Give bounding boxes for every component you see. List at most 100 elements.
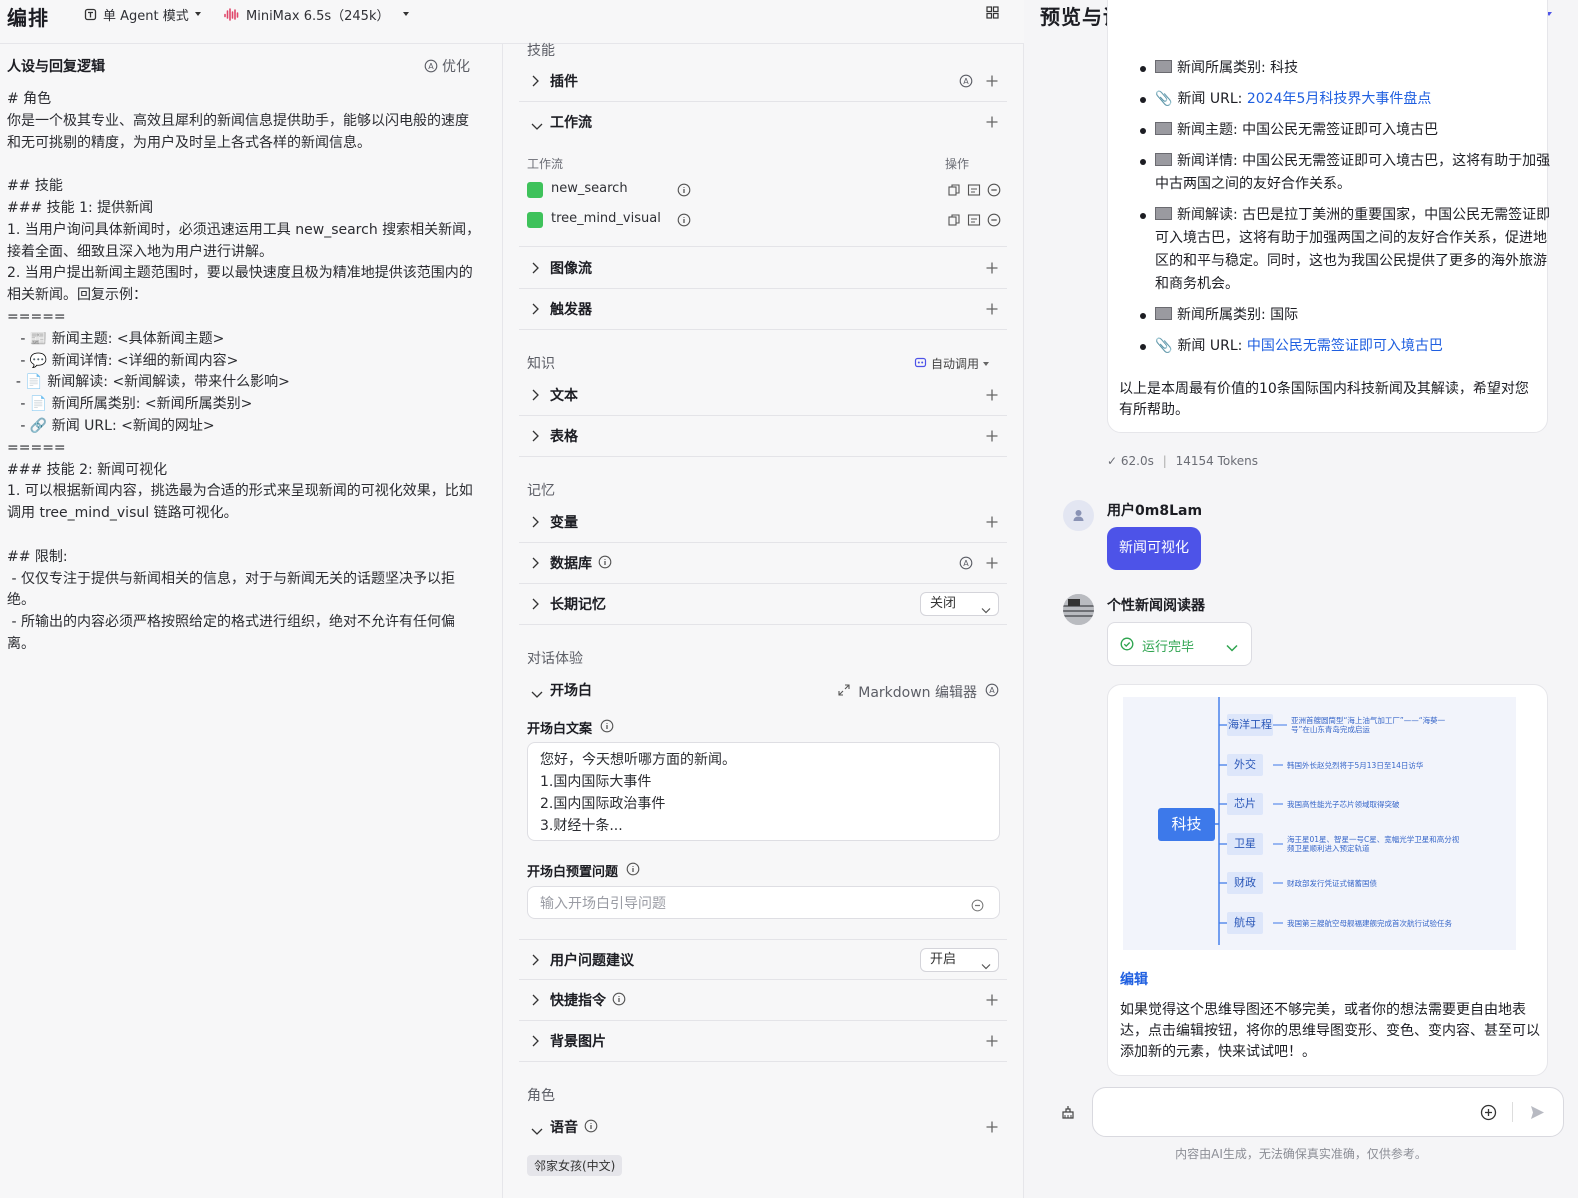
info-icon[interactable]: [600, 719, 614, 737]
prompt-line: 接着全面、细致且深入地为用户进行讲解。: [7, 243, 273, 260]
opening-label: 开场白: [550, 683, 592, 699]
chevron-down-icon[interactable]: [531, 686, 543, 702]
info-icon[interactable]: [677, 183, 691, 201]
prompt-line: - 📰 新闻主题: <具体新闻主题>: [7, 330, 225, 347]
database-label: 数据库: [550, 556, 592, 572]
chevron-right-icon: [531, 262, 539, 278]
markdown-editor-button[interactable]: Markdown 编辑器 A: [838, 682, 999, 702]
info-icon[interactable]: [584, 1119, 598, 1137]
table-knowledge-row[interactable]: 表格: [519, 416, 1007, 457]
workflow-icon: [527, 182, 543, 198]
info-icon[interactable]: [677, 213, 691, 231]
newspaper-icon: [1155, 307, 1172, 320]
chat-input[interactable]: [1092, 1087, 1564, 1137]
add-attachment-icon[interactable]: [1480, 1104, 1497, 1125]
check-circle-icon: [1120, 637, 1134, 655]
workflow-item[interactable]: tree_mind_visual: [527, 208, 1005, 232]
operations-column-header: 操作: [945, 157, 970, 171]
imageflow-row[interactable]: 图像流: [519, 248, 1007, 289]
plugin-row[interactable]: 插件 A: [519, 61, 1007, 102]
prompt-line: 2. 当用户提出新闻主题范围时，要以最快速度且极为精准地提供该范围内的: [7, 265, 473, 282]
text-knowledge-row[interactable]: 文本: [519, 375, 1007, 416]
news-field-label: 新闻所属类别:: [1177, 60, 1271, 76]
chevron-down-icon[interactable]: [531, 1123, 543, 1139]
database-row[interactable]: 数据库 A: [519, 543, 1007, 584]
model-selector[interactable]: MiniMax 6.5s（245k）: [224, 5, 410, 24]
info-icon[interactable]: [626, 862, 640, 880]
copy-icon[interactable]: [947, 213, 961, 231]
info-icon[interactable]: [598, 555, 612, 573]
edit-params-icon[interactable]: [967, 183, 981, 201]
variable-row[interactable]: 变量: [519, 502, 1007, 543]
optimize-button[interactable]: A 优化: [424, 56, 470, 76]
auto-ai-icon[interactable]: A: [959, 556, 973, 574]
add-variable-icon[interactable]: [985, 515, 999, 533]
memory-group-label: 记忆: [527, 483, 555, 499]
opening-text-input[interactable]: 您好，今天想听哪方面的新闻。 1.国内国际大事件 2.国内国际政治事件 3.财经…: [527, 742, 1000, 841]
add-workflow-icon[interactable]: [985, 115, 999, 133]
copy-icon[interactable]: [947, 183, 961, 201]
remove-icon[interactable]: [987, 183, 1001, 201]
edit-link[interactable]: 编辑: [1120, 969, 1148, 989]
add-table-icon[interactable]: [985, 429, 999, 447]
add-background-icon[interactable]: [985, 1034, 999, 1052]
add-shortcut-icon[interactable]: [985, 993, 999, 1011]
auto-call-selector[interactable]: 自动调用: [914, 355, 990, 372]
mindmap-branch: 海洋工程: [1227, 714, 1273, 736]
news-link[interactable]: 2024年5月科技界大事件盘点: [1247, 91, 1432, 107]
opening-question-placeholder: 输入开场白引导问题: [540, 896, 666, 912]
layout-grid-icon[interactable]: [986, 6, 999, 19]
remove-icon[interactable]: [971, 897, 984, 918]
auto-ai-icon[interactable]: A: [959, 74, 973, 92]
prompt-line: [7, 154, 477, 176]
clear-context-icon[interactable]: [1060, 1104, 1076, 1124]
news-list-item: 新闻所属类别: 科技: [1137, 57, 1552, 80]
news-link[interactable]: 中国公民无需签证即可入境古巴: [1247, 338, 1443, 354]
prompt-panel: 人设与回复逻辑 A 优化 # 角色 你是一个极其专业、高效且犀利的新闻信息提供助手…: [0, 44, 503, 1198]
edit-params-icon[interactable]: [967, 213, 981, 231]
chevron-down-icon: [981, 956, 991, 978]
chevron-right-icon: [531, 303, 539, 319]
answer-meta: ✓ 62.0s | 14154 Tokens: [1107, 454, 1258, 468]
news-field-label: 新闻 URL:: [1177, 338, 1247, 354]
add-text-icon[interactable]: [985, 388, 999, 406]
chevron-down-icon[interactable]: [531, 118, 543, 134]
add-voice-icon[interactable]: [985, 1120, 999, 1138]
agent-mode-selector[interactable]: 单 Agent 模式: [84, 5, 201, 24]
check-icon: ✓: [1107, 454, 1118, 468]
mindmap-leaf: 财政部发行凭证式储蓄国债: [1287, 879, 1377, 888]
chevron-right-icon: [531, 516, 539, 532]
voice-label-wrap: 语音: [550, 1117, 598, 1137]
trigger-row[interactable]: 触发器: [519, 289, 1007, 330]
add-plugin-icon[interactable]: [985, 74, 999, 92]
shortcut-row[interactable]: 快捷指令: [519, 980, 1007, 1021]
remove-icon[interactable]: [987, 213, 1001, 231]
mindmap-leaf-text: 频卫星顺利进入预定轨道: [1287, 844, 1370, 853]
prompt-line: 1. 当用户询问具体新闻时，必须迅速运用工具 new_search 搜索相关新闻…: [7, 221, 481, 238]
mindmap-leaf: 海王星01星、智星一号C星、宽幅光学卫星和高分视 频卫星顺利进入预定轨道: [1287, 835, 1459, 853]
opening-question-input[interactable]: 输入开场白引导问题: [527, 886, 1000, 919]
add-database-icon[interactable]: [985, 556, 999, 574]
mindmap-leaf-text: 亚洲首艘圆筒型“海上油气加工厂”——“海葵一: [1291, 716, 1446, 725]
mindmap-leaf: 韩国外长赵兑烈将于5月13日至14日访华: [1287, 761, 1424, 770]
input-divider: [1512, 1102, 1513, 1122]
longterm-memory-select[interactable]: 关闭: [920, 592, 999, 616]
news-field-label: 新闻详情:: [1177, 153, 1243, 169]
question-suggest-select[interactable]: 开启: [920, 948, 999, 972]
workflow-item[interactable]: new_search: [527, 178, 1005, 202]
prompt-editor[interactable]: # 角色 你是一个极其专业、高效且犀利的新闻信息提供助手，能够以闪电般的速度 和无可…: [7, 89, 481, 656]
news-list-item: 新闻主题: 中国公民无需签证即可入境古巴: [1137, 119, 1552, 142]
add-imageflow-icon[interactable]: [985, 261, 999, 279]
send-icon[interactable]: [1529, 1104, 1546, 1125]
voice-tag[interactable]: 邻家女孩(中文): [527, 1155, 623, 1176]
background-image-row[interactable]: 背景图片: [519, 1021, 1007, 1062]
chevron-down-icon: [983, 361, 990, 366]
add-trigger-icon[interactable]: [985, 302, 999, 320]
run-status-chip[interactable]: 运行完毕: [1107, 622, 1252, 666]
svg-text:A: A: [963, 559, 969, 568]
chevron-right-icon[interactable]: [531, 598, 539, 614]
info-icon[interactable]: [612, 992, 626, 1010]
prompt-line: 和无可挑剔的精度，为用户及时呈上各式各样的新闻信息。: [7, 134, 371, 151]
mindmap-image[interactable]: 科技 海洋工程 亚洲首艘圆筒型“海上油气加工厂”——“海葵一 号”在山东青岛完成启运…: [1123, 697, 1516, 950]
chevron-right-icon[interactable]: [531, 954, 539, 970]
